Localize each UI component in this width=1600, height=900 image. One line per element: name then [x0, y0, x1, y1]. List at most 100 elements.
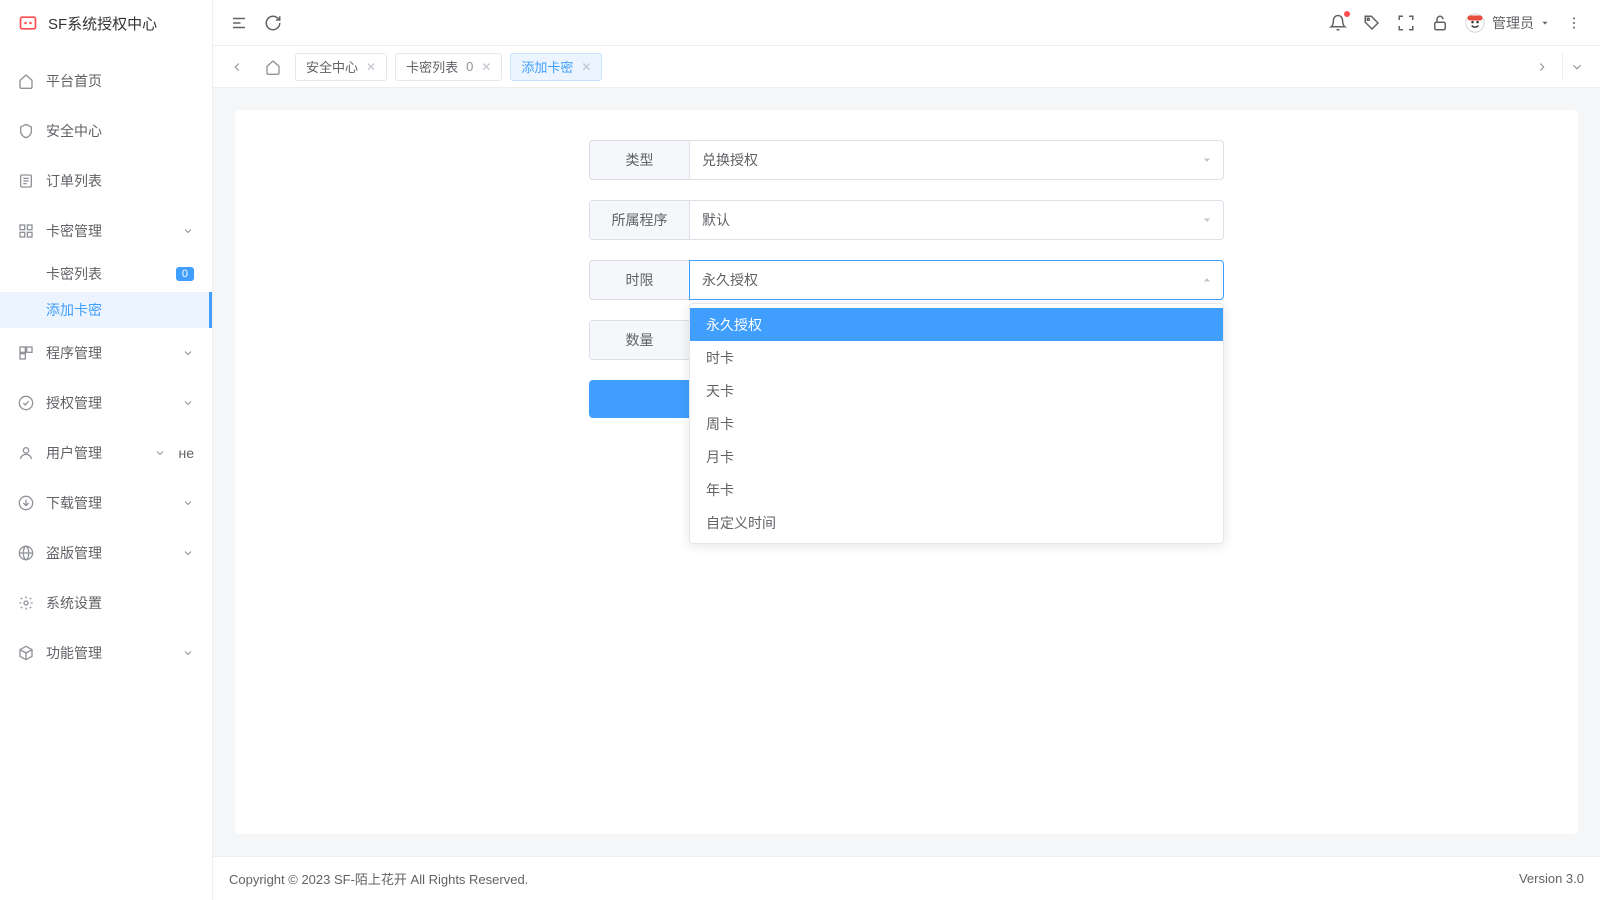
- duration-select[interactable]: 永久授权: [689, 260, 1224, 300]
- caret-down-icon: [1201, 214, 1213, 226]
- app-title: SF系统授权中心: [48, 13, 157, 34]
- sidebar-item-label: 安全中心: [46, 121, 102, 141]
- lock-button[interactable]: [1430, 13, 1450, 33]
- chevron-down-icon: [182, 497, 194, 509]
- sidebar-item-label: 下载管理: [46, 493, 102, 513]
- dropdown-option[interactable]: 时卡: [690, 341, 1223, 374]
- dropdown-option[interactable]: 年卡: [690, 473, 1223, 506]
- sidebar-item-label: 授权管理: [46, 393, 102, 413]
- caret-down-icon: [1540, 18, 1550, 28]
- caret-down-icon: [1201, 154, 1213, 166]
- copyright: Copyright © 2023 SF-陌上花开 All Rights Rese…: [229, 869, 528, 888]
- sidebar-subitem-addcard[interactable]: 添加卡密: [0, 292, 212, 328]
- sidebar-item-home[interactable]: 平台首页: [0, 56, 212, 106]
- sidebar-item-card[interactable]: 卡密管理: [0, 206, 212, 256]
- form-row-program: 所属程序 默认: [589, 200, 1224, 240]
- dropdown-option[interactable]: 自定义时间: [690, 506, 1223, 539]
- gear-icon: [18, 595, 34, 611]
- logo[interactable]: SF系统授权中心: [0, 0, 212, 46]
- tabs-bar: 安全中心 ✕ 卡密列表 0 ✕ 添加卡密 ✕: [213, 46, 1600, 88]
- sidebar-item-settings[interactable]: 系统设置: [0, 578, 212, 628]
- sidebar-menu: 平台首页 安全中心 订单列表 卡密管理 卡密列表 0: [0, 46, 212, 900]
- chevron-down-icon: [182, 547, 194, 559]
- notification-dot: [1344, 11, 1350, 17]
- tab-cardlist[interactable]: 卡密列表 0 ✕: [395, 53, 502, 81]
- sidebar-item-auth[interactable]: 授权管理: [0, 378, 212, 428]
- username: 管理员: [1492, 13, 1534, 33]
- shield-icon: [18, 123, 34, 139]
- fullscreen-button[interactable]: [1396, 13, 1416, 33]
- dropdown-option[interactable]: 永久授权: [690, 308, 1223, 341]
- check-icon: [18, 395, 34, 411]
- dropdown-option[interactable]: 月卡: [690, 440, 1223, 473]
- sidebar-submenu-card: 卡密列表 0 添加卡密: [0, 256, 212, 328]
- sidebar-item-download[interactable]: 下载管理: [0, 478, 212, 528]
- topbar: 管理员: [213, 0, 1600, 46]
- sidebar-item-label: 卡密管理: [46, 221, 102, 241]
- sidebar-item-user[interactable]: 用户管理 не: [0, 428, 212, 478]
- chevron-down-icon: [182, 397, 194, 409]
- sidebar-item-program[interactable]: 程序管理: [0, 328, 212, 378]
- form-row-type: 类型 兑换授权: [589, 140, 1224, 180]
- tab-count: 0: [466, 59, 473, 74]
- cube-icon: [18, 645, 34, 661]
- sidebar-subitem-label: 添加卡密: [46, 300, 102, 320]
- app-icon: [18, 345, 34, 361]
- list-icon: [18, 173, 34, 189]
- sidebar-item-label: 平台首页: [46, 71, 102, 91]
- download-icon: [18, 495, 34, 511]
- sidebar-item-function[interactable]: 功能管理: [0, 628, 212, 678]
- tabs-prev-button[interactable]: [223, 53, 251, 81]
- field-label: 时限: [589, 260, 689, 300]
- sidebar-item-security[interactable]: 安全中心: [0, 106, 212, 156]
- tab-home[interactable]: [259, 53, 287, 81]
- chevron-down-icon: [154, 447, 166, 459]
- add-card-form: 类型 兑换授权 所属程序 默认: [589, 140, 1224, 418]
- select-value: 兑换授权: [702, 150, 758, 170]
- duration-dropdown: 永久授权 时卡 天卡 周卡 月卡 年卡 自定义时间: [689, 303, 1224, 544]
- main: 管理员 安全中心 ✕ 卡密列表 0 ✕ 添加卡密 ✕: [213, 0, 1600, 900]
- close-icon[interactable]: ✕: [481, 60, 491, 74]
- more-button[interactable]: [1564, 13, 1584, 33]
- user-menu[interactable]: 管理员: [1464, 12, 1550, 34]
- sidebar-item-orders[interactable]: 订单列表: [0, 156, 212, 206]
- close-icon[interactable]: ✕: [581, 60, 591, 74]
- tab-label: 卡密列表: [406, 57, 458, 76]
- sidebar-subitem-cardlist[interactable]: 卡密列表 0: [0, 256, 212, 292]
- close-icon[interactable]: ✕: [366, 60, 376, 74]
- sidebar: SF系统授权中心 平台首页 安全中心 订单列表 卡密管理 卡密: [0, 0, 213, 900]
- tabs-next-button[interactable]: [1528, 53, 1556, 81]
- tab-label: 安全中心: [306, 57, 358, 76]
- dropdown-option[interactable]: 天卡: [690, 374, 1223, 407]
- sidebar-item-piracy[interactable]: 盗版管理: [0, 528, 212, 578]
- sidebar-item-label: 功能管理: [46, 643, 102, 663]
- select-value: 永久授权: [702, 270, 758, 290]
- field-label: 所属程序: [589, 200, 689, 240]
- user-icon: [18, 445, 34, 461]
- footer: Copyright © 2023 SF-陌上花开 All Rights Rese…: [213, 856, 1600, 900]
- version: Version 3.0: [1519, 871, 1584, 886]
- sidebar-subitem-label: 卡密列表: [46, 264, 102, 284]
- collapse-sidebar-button[interactable]: [229, 13, 249, 33]
- notification-button[interactable]: [1328, 13, 1348, 33]
- dropdown-option[interactable]: 周卡: [690, 407, 1223, 440]
- grid-icon: [18, 223, 34, 239]
- home-icon: [18, 73, 34, 89]
- refresh-button[interactable]: [263, 13, 283, 33]
- tab-security[interactable]: 安全中心 ✕: [295, 53, 387, 81]
- field-label: 类型: [589, 140, 689, 180]
- form-row-duration: 时限 永久授权 永久授权 时卡 天卡 周卡 月卡: [589, 260, 1224, 300]
- program-select[interactable]: 默认: [689, 200, 1224, 240]
- globe-icon: [18, 545, 34, 561]
- tag-button[interactable]: [1362, 13, 1382, 33]
- tab-addcard[interactable]: 添加卡密 ✕: [510, 53, 602, 81]
- tab-label: 添加卡密: [521, 57, 573, 76]
- logo-icon: [18, 13, 38, 33]
- chevron-down-icon: [182, 225, 194, 237]
- tabs-more-button[interactable]: [1562, 53, 1590, 81]
- chevron-down-icon: [182, 647, 194, 659]
- select-value: 默认: [702, 210, 730, 230]
- content: 类型 兑换授权 所属程序 默认: [213, 88, 1600, 856]
- chevron-down-icon: [182, 347, 194, 359]
- type-select[interactable]: 兑换授权: [689, 140, 1224, 180]
